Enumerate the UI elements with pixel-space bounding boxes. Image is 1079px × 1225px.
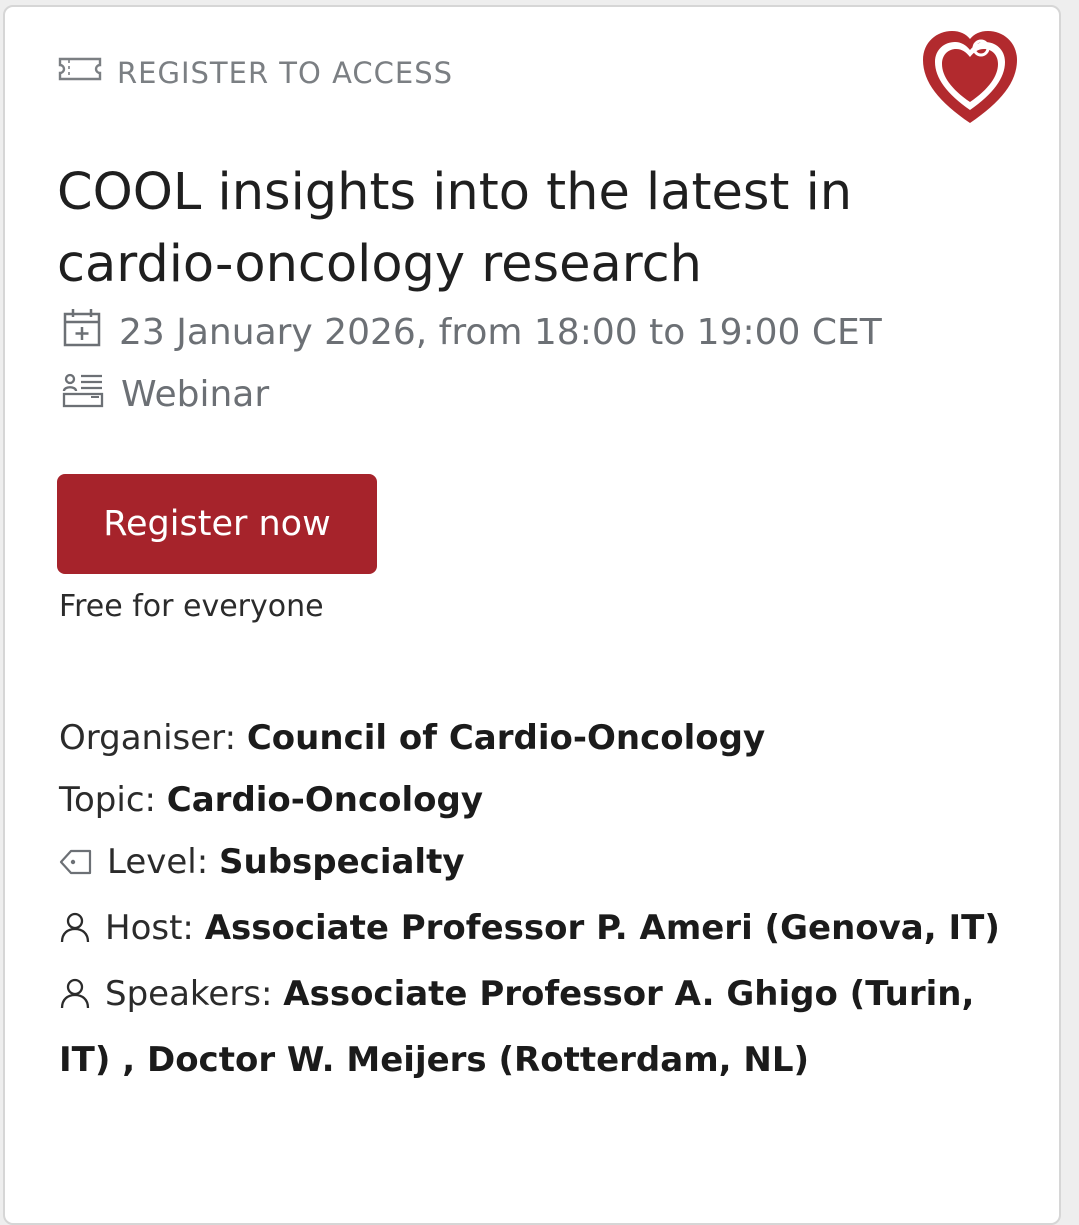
webinar-icon bbox=[61, 371, 105, 418]
tag-icon bbox=[59, 835, 93, 897]
event-type: Webinar bbox=[61, 371, 269, 418]
register-to-access: REGISTER TO ACCESS bbox=[57, 55, 453, 90]
calendar-icon bbox=[61, 307, 103, 358]
organiser-row: Organiser: Council of Cardio-Oncology bbox=[59, 707, 1019, 769]
register-to-access-label: REGISTER TO ACCESS bbox=[117, 55, 454, 90]
level-row: Level: Subspecialty bbox=[59, 831, 1019, 897]
topic-value: Cardio-Oncology bbox=[166, 780, 484, 820]
speakers-label: Speakers: bbox=[105, 974, 284, 1014]
topic-label: Topic: bbox=[59, 780, 167, 820]
level-label: Level: bbox=[107, 842, 220, 882]
topic-row: Topic: Cardio-Oncology bbox=[59, 769, 1019, 831]
host-row: Host: Associate Professor P. Ameri (Geno… bbox=[59, 897, 1019, 963]
person-icon bbox=[59, 901, 91, 963]
register-now-button[interactable]: Register now bbox=[57, 474, 377, 574]
person-icon bbox=[59, 967, 91, 1029]
event-details: Organiser: Council of Cardio-Oncology To… bbox=[59, 707, 1019, 1091]
event-type-text: Webinar bbox=[121, 374, 270, 415]
host-value: Associate Professor P. Ameri (Genova, IT… bbox=[204, 908, 1000, 948]
ticket-icon bbox=[57, 55, 103, 90]
heart-logo bbox=[915, 22, 1025, 132]
level-value: Subspecialty bbox=[219, 842, 465, 882]
host-label: Host: bbox=[105, 908, 205, 948]
event-card: REGISTER TO ACCESS COOL insights into th… bbox=[3, 5, 1061, 1225]
price-note: Free for everyone bbox=[59, 589, 324, 624]
page-title: COOL insights into the latest in cardio-… bbox=[57, 163, 853, 294]
speakers-row: Speakers: Associate Professor A. Ghigo (… bbox=[59, 963, 1019, 1091]
event-date: 23 January 2026, from 18:00 to 19:00 CET bbox=[61, 307, 882, 358]
organiser-label: Organiser: bbox=[59, 718, 247, 758]
event-date-text: 23 January 2026, from 18:00 to 19:00 CET bbox=[119, 312, 882, 353]
organiser-value: Council of Cardio-Oncology bbox=[246, 718, 766, 758]
